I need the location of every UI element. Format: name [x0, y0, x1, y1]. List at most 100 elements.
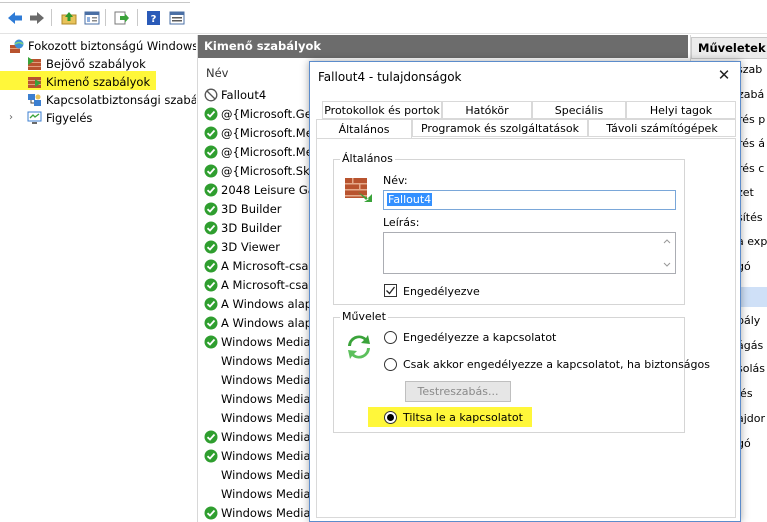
table-row[interactable]: Windows Media [204, 484, 311, 503]
folder-up-icon[interactable] [60, 9, 78, 26]
table-row[interactable]: A Windows alap [204, 294, 312, 313]
table-row[interactable]: Windows Media [204, 408, 311, 427]
allowed-check-icon [204, 126, 218, 140]
table-row[interactable]: Windows Media [204, 332, 311, 351]
allowed-check-icon [204, 449, 218, 463]
connection-security-icon [26, 92, 42, 108]
table-row[interactable]: A Microsoft-csal [204, 256, 312, 275]
allow-connection-radio[interactable] [384, 331, 397, 344]
export-icon[interactable] [113, 9, 131, 26]
table-row[interactable]: @{Microsoft.Me [204, 142, 313, 161]
back-icon[interactable] [6, 9, 24, 26]
block-connection-radio[interactable] [384, 411, 397, 424]
tree-item-connection-security[interactable]: Kapcsolatbiztonsági szabály [26, 91, 196, 109]
table-row[interactable]: Windows Media [204, 465, 311, 484]
rule-name: Windows Media [221, 410, 311, 425]
rule-name: A Microsoft-csal [221, 277, 312, 292]
table-row[interactable]: Windows Media [204, 503, 311, 522]
toolbar-separator [51, 9, 52, 26]
table-row[interactable]: Windows Media [204, 427, 311, 446]
allow-secure-radio[interactable] [384, 358, 397, 371]
name-field[interactable]: Fallout4 [383, 190, 676, 210]
tab-general[interactable]: Általános [316, 119, 412, 138]
rule-name: Windows Media [221, 486, 311, 501]
tree-item-inbound[interactable]: Bejövő szabályok [26, 55, 146, 73]
tab-advanced[interactable]: Speciális [532, 101, 626, 119]
rule-name: Fallout4 [221, 87, 267, 102]
help-icon[interactable]: ? [145, 9, 163, 26]
enabled-label: Engedélyezve [403, 285, 480, 298]
rule-name: @{Microsoft.Me [221, 144, 313, 159]
allowed-check-icon [204, 278, 218, 292]
action-item[interactable]: zabá [738, 88, 764, 101]
general-tab-panel: Általános Név: Fallout4 Leírás: Engedély… [316, 138, 736, 518]
rule-name: Windows Media [221, 448, 311, 463]
action-item[interactable]: rés c [738, 162, 764, 175]
allow-secure-label: Csak akkor engedélyezze a kapcsolatot, h… [403, 358, 710, 371]
table-row[interactable]: Windows Media [204, 446, 311, 465]
tab-local-principals[interactable]: Helyi tagok [626, 101, 736, 119]
tab-programs-services[interactable]: Programok és szolgáltatások [412, 119, 588, 137]
table-row[interactable]: A Microsoft-csal [204, 275, 312, 294]
rule-name: 3D Builder [221, 201, 282, 216]
tree-item-label: Bejövő szabályok [46, 57, 146, 71]
no-status-icon [204, 487, 218, 501]
table-row[interactable]: 3D Builder [204, 218, 282, 237]
table-row[interactable]: 2048 Leisure Gan [204, 180, 322, 199]
no-status-icon [204, 354, 218, 368]
blocked-icon [204, 88, 218, 102]
no-status-icon [204, 468, 218, 482]
action-item[interactable]: solás [737, 362, 765, 375]
rule-name: A Windows alap [221, 315, 313, 330]
show-hide-tree-icon[interactable] [83, 9, 101, 26]
tree-root[interactable]: Fokozott biztonságú Windows I [8, 37, 196, 55]
rule-name: @{Microsoft.Sky [221, 163, 317, 178]
action-group-title: Művelet [340, 310, 388, 323]
rule-name: Windows Media [221, 372, 311, 387]
rule-name: Windows Media [221, 505, 311, 520]
table-row[interactable]: @{Microsoft.Get [204, 104, 316, 123]
forward-icon[interactable] [28, 9, 46, 26]
toolbar: ? [0, 0, 767, 34]
table-row[interactable]: @{Microsoft.Sky [204, 161, 316, 180]
description-field[interactable] [383, 232, 676, 274]
allowed-check-icon [204, 202, 218, 216]
rule-wall-icon [344, 174, 374, 207]
table-row[interactable]: A Windows alap [204, 313, 312, 332]
tab-scope[interactable]: Hatókör [442, 101, 532, 119]
tab-protocols-ports[interactable]: Protokollok és portok [322, 101, 442, 119]
action-item[interactable]: rés p [738, 113, 765, 126]
no-status-icon [204, 411, 218, 425]
action-item[interactable]: rés á [738, 137, 765, 150]
table-row[interactable]: Windows Media [204, 351, 311, 370]
block-connection-label: Tiltsa le a kapcsolatot [403, 411, 523, 424]
action-item[interactable]: a exp [737, 235, 767, 248]
close-icon[interactable]: ✕ [716, 66, 732, 84]
allowed-check-icon [204, 183, 218, 197]
properties-dialog: Fallout4 - tulajdonságok ✕ Protokollok é… [309, 61, 741, 522]
tab-remote-computers[interactable]: Távoli számítógépek [588, 119, 736, 137]
rule-name: 3D Viewer [221, 239, 280, 254]
tree-item-outbound[interactable]: Kimenő szabályok [26, 73, 150, 91]
properties-icon[interactable] [168, 9, 186, 26]
enabled-checkbox[interactable] [384, 284, 397, 297]
allowed-check-icon [204, 430, 218, 444]
action-item[interactable]: ajdor [737, 412, 765, 425]
description-scrollbar[interactable] [661, 235, 673, 271]
action-arrows-icon [344, 332, 374, 365]
table-row[interactable]: Fallout4 [204, 85, 266, 104]
tree-item-monitoring[interactable]: Figyelés [26, 109, 92, 127]
rule-name: @{Microsoft.Me [221, 125, 313, 140]
customize-button[interactable]: Testreszabás... [405, 381, 511, 402]
rule-name: Windows Media [221, 467, 311, 482]
rules-pane-header: Kimenő szabályok [198, 35, 688, 58]
table-row[interactable]: 3D Builder [204, 199, 282, 218]
table-row[interactable]: @{Microsoft.Me [204, 123, 313, 142]
table-row[interactable]: Windows Media [204, 370, 311, 389]
dialog-title: Fallout4 - tulajdonságok [318, 70, 462, 84]
actions-pane-header: Műveletek [691, 37, 767, 59]
chevron-right-icon[interactable]: › [9, 112, 13, 123]
table-row[interactable]: 3D Viewer [204, 237, 280, 256]
table-row[interactable]: Windows Media [204, 389, 311, 408]
inbound-rules-icon [26, 56, 42, 72]
